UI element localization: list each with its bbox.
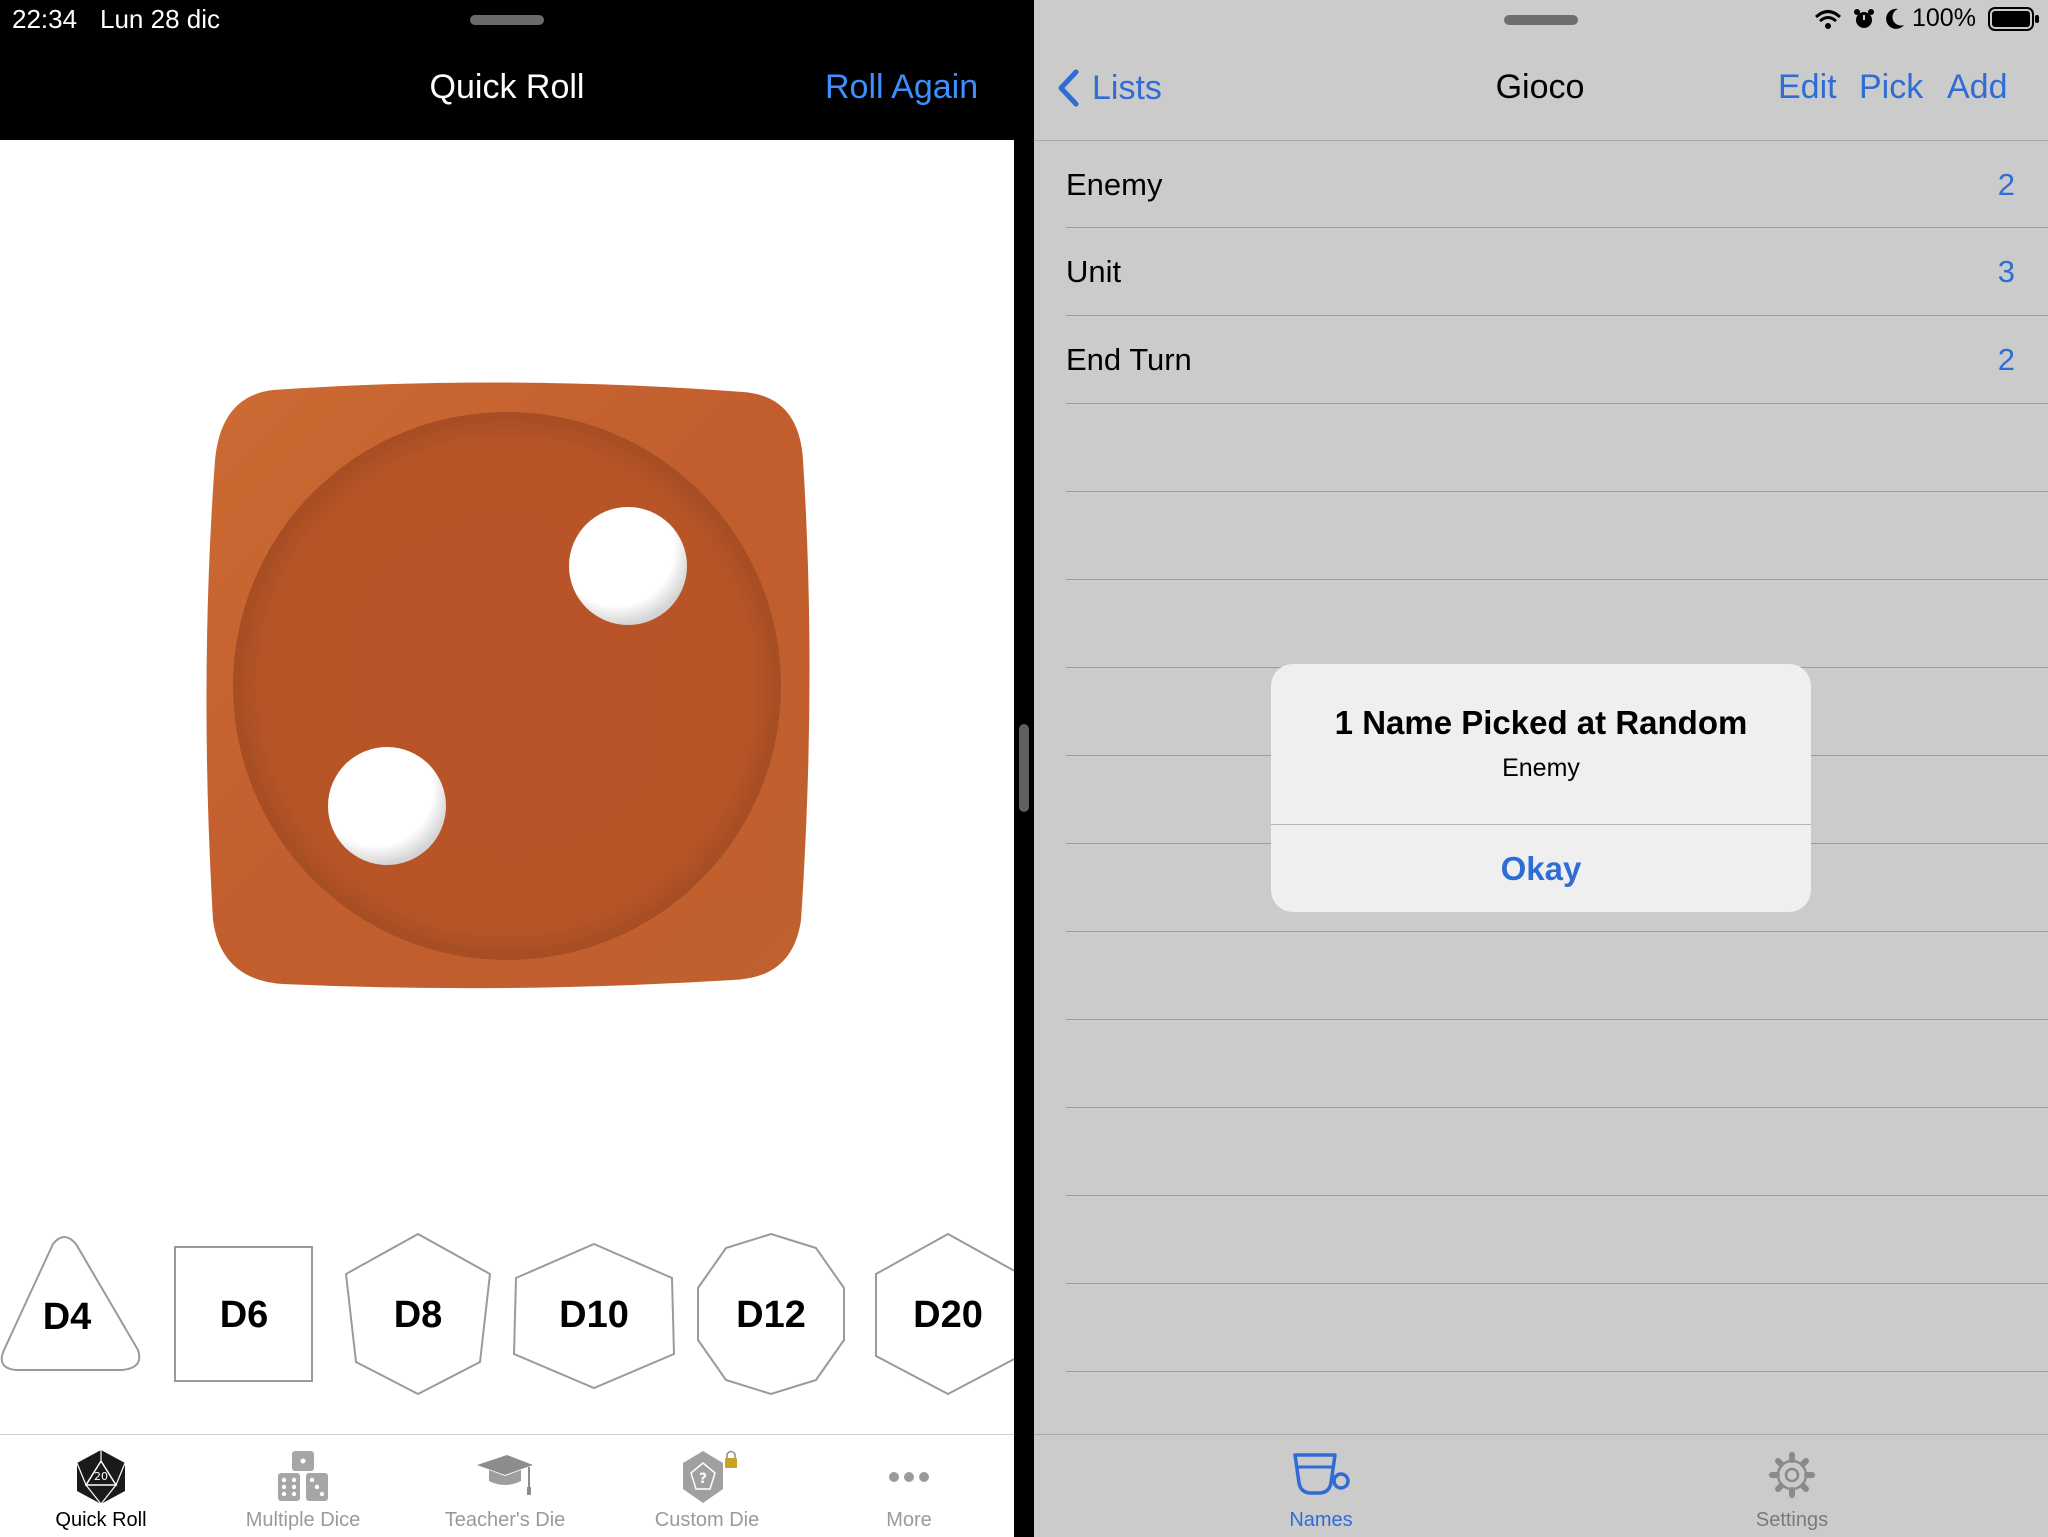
tab-names[interactable]: Names: [1221, 1435, 1421, 1537]
right-tab-bar: Names Settings: [1034, 1434, 2048, 1537]
row-separator: [1066, 931, 2048, 932]
battery-icon: [1988, 7, 2039, 31]
list-item-count: 2: [1997, 342, 2015, 377]
d6-button[interactable]: D6: [174, 1246, 314, 1382]
row-separator: [1066, 1019, 2048, 1020]
pick-button[interactable]: Pick: [1859, 68, 1923, 107]
edit-button[interactable]: Edit: [1778, 68, 1837, 107]
tab-settings[interactable]: Settings: [1692, 1435, 1892, 1537]
d20-icon: 20: [76, 1450, 126, 1505]
alert-message: Enemy: [1502, 754, 1580, 782]
rolled-die[interactable]: [203, 380, 811, 992]
status-time: 22:34: [12, 4, 78, 34]
d8-label: D8: [393, 1294, 443, 1336]
okay-button[interactable]: Okay: [1271, 825, 1811, 912]
tab-multiple-dice-label: Multiple Dice: [245, 1509, 361, 1531]
row-separator: [1066, 579, 2048, 580]
graduation-cap-icon: [477, 1455, 533, 1495]
d12-label: D12: [736, 1294, 806, 1336]
battery-percentage: 100%: [1912, 4, 1976, 32]
svg-text:20: 20: [94, 1470, 108, 1483]
list-title: Gioco: [1495, 68, 1585, 106]
chevron-left-icon: [1058, 69, 1079, 107]
tab-teachers-die-label: Teacher's Die: [444, 1509, 566, 1531]
d8-button[interactable]: D8: [344, 1232, 492, 1396]
tab-multiple-dice[interactable]: Multiple Dice: [202, 1435, 404, 1537]
multitasking-grabber[interactable]: [470, 15, 544, 25]
d12-button[interactable]: D12: [692, 1232, 850, 1396]
d20-label: D20: [913, 1294, 983, 1336]
left-tab-bar: 20 Quick Roll Multiple Dice Teacher's Di…: [0, 1434, 1014, 1537]
tab-more-label: More: [886, 1509, 932, 1531]
names-cup-icon: [1293, 1453, 1350, 1495]
d10-label: D10: [559, 1294, 629, 1336]
back-to-lists-button[interactable]: Lists: [1056, 68, 1162, 108]
alert-title: 1 Name Picked at Random: [1334, 704, 1748, 741]
custom-die-lock-icon: ?: [683, 1450, 737, 1503]
list-item-end-turn[interactable]: End Turn 2: [1066, 318, 2048, 404]
add-button[interactable]: Add: [1947, 68, 2008, 107]
tab-quick-roll-label: Quick Roll: [55, 1509, 147, 1531]
list-item-name: Enemy: [1066, 167, 1163, 202]
list-item-name: End Turn: [1066, 342, 1192, 377]
split-view-resize-handle[interactable]: [1019, 724, 1029, 812]
gear-icon: [1769, 1452, 1815, 1498]
multitasking-grabber-right[interactable]: [1504, 15, 1578, 25]
d4-button[interactable]: D4: [0, 1232, 144, 1376]
roll-again-button[interactable]: Roll Again: [825, 68, 978, 107]
back-button-label: Lists: [1092, 69, 1162, 107]
row-separator: [1066, 403, 2048, 404]
list-item-name: Unit: [1066, 254, 1122, 289]
d10-button[interactable]: D10: [512, 1242, 676, 1390]
row-separator: [1066, 491, 2048, 492]
row-separator: [1066, 1195, 2048, 1196]
tab-custom-die-label: Custom Die: [654, 1509, 760, 1531]
tab-more[interactable]: More: [808, 1435, 1010, 1537]
do-not-disturb-moon-icon: [1886, 8, 1904, 29]
tab-custom-die[interactable]: ? Custom Die: [606, 1435, 808, 1537]
row-separator: [1066, 1283, 2048, 1284]
tab-teachers-die[interactable]: Teacher's Die: [404, 1435, 606, 1537]
status-date: Lun 28 dic: [100, 4, 220, 34]
svg-text:?: ?: [699, 1471, 707, 1487]
multiple-dice-icon: [278, 1451, 328, 1501]
alarm-icon: [1854, 9, 1874, 28]
d4-label: D4: [42, 1296, 92, 1338]
row-separator: [1066, 1371, 2048, 1372]
list-item-count: 2: [1997, 167, 2015, 202]
list-item-enemy[interactable]: Enemy 2: [1066, 143, 2048, 229]
d6-label: D6: [219, 1294, 269, 1336]
row-separator: [1066, 1107, 2048, 1108]
list-item-count: 3: [1997, 254, 2015, 289]
list-item-unit[interactable]: Unit 3: [1066, 230, 2048, 316]
dice-selector-row: D4 D6 D8 D10 D12 D20: [0, 1228, 1014, 1398]
wifi-icon: [1814, 10, 1842, 29]
random-pick-alert: 1 Name Picked at Random Enemy Okay: [1271, 664, 1811, 912]
tab-quick-roll[interactable]: 20 Quick Roll: [0, 1435, 202, 1537]
tab-names-label: Names: [1289, 1509, 1353, 1531]
d20-button[interactable]: D20: [874, 1232, 1014, 1396]
tab-settings-label: Settings: [1755, 1509, 1829, 1531]
page-title: Quick Roll: [429, 68, 585, 106]
more-dots-icon: [889, 1472, 929, 1482]
row-separator: [1066, 315, 2048, 316]
row-separator: [1066, 227, 2048, 228]
